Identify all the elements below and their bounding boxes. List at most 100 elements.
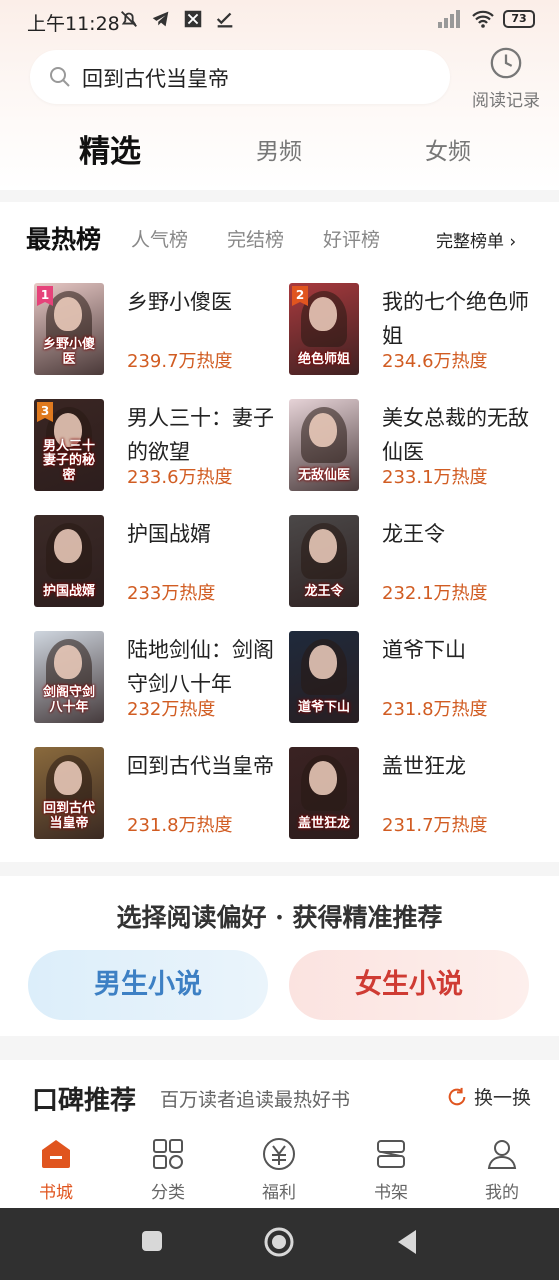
- status-bar: 上午11:28 73: [0, 0, 559, 42]
- search-query: 回到古代当皇帝: [82, 67, 229, 91]
- book-item[interactable]: 回到古代当皇帝 回到古代当皇帝 231.8万热度: [34, 747, 284, 843]
- cover-title-art: 龙王令: [304, 583, 344, 599]
- book-cover-image: 无敌仙医: [289, 399, 359, 491]
- cover-face: [309, 297, 337, 331]
- ranking-header: 最热榜 人气榜 完结榜 好评榜 完整榜单 ›: [0, 220, 559, 260]
- book-item[interactable]: 护国战婿 护国战婿 233万热度: [34, 515, 284, 611]
- bookshelf-icon: [377, 1140, 405, 1168]
- book-title: 我的七个绝色师姐: [382, 290, 529, 348]
- refresh-icon: [448, 1087, 466, 1105]
- book-heat: 239.7万热度: [127, 351, 233, 372]
- book-cover-image: 道爷下山: [289, 631, 359, 723]
- home-icon[interactable]: [263, 1226, 295, 1258]
- preference-title: 选择阅读偏好 · 获得精准推荐: [116, 903, 443, 932]
- nav-profile[interactable]: 我的: [462, 1136, 542, 1203]
- mute-bell-icon: [121, 11, 137, 27]
- recent-apps-icon[interactable]: [140, 1229, 164, 1253]
- status-right: 73: [437, 10, 535, 28]
- nav-category-label: 分类: [151, 1183, 185, 1203]
- profile-icon: [487, 1140, 517, 1169]
- nav-bookshelf-label: 书架: [374, 1183, 408, 1203]
- book-cover-image: 1 乡野小傻医: [34, 283, 104, 375]
- book-title: 陆地剑仙：剑阁守剑八十年: [127, 638, 274, 696]
- book-heat: 232.1万热度: [382, 583, 488, 604]
- cover-face: [54, 761, 82, 795]
- status-time: 上午11:28: [27, 13, 120, 35]
- full-ranking-label: 完整榜单: [436, 232, 504, 252]
- praise-title: 口碑推荐: [32, 1086, 137, 1116]
- book-item[interactable]: 龙王令 龙王令 232.1万热度: [289, 515, 539, 611]
- book-item[interactable]: 1 乡野小傻医 乡野小傻医 239.7万热度: [34, 283, 284, 379]
- rank-tab-popular[interactable]: 人气榜: [131, 225, 188, 252]
- book-title: 道爷下山: [382, 638, 466, 662]
- book-item[interactable]: 3 男人三十妻子的秘密 男人三十：妻子的欲望 233.6万热度: [34, 399, 284, 495]
- rank-badge: 2: [292, 286, 308, 306]
- cover-face: [309, 413, 337, 447]
- praise-subtitle: 百万读者追读最热好书: [160, 1089, 351, 1111]
- book-cover-image: 龙王令: [289, 515, 359, 607]
- book-heat: 231.8万热度: [127, 815, 233, 836]
- cover-title-art: 绝色师姐: [297, 351, 350, 367]
- cover-face: [309, 761, 337, 795]
- book-item[interactable]: 道爷下山 道爷下山 231.8万热度: [289, 631, 539, 727]
- cover-title-art: 盖世狂龙: [297, 815, 350, 831]
- male-novel-button[interactable]: 男生小说: [28, 950, 268, 1020]
- refresh-button[interactable]: 换一换: [446, 1083, 531, 1110]
- nav-bookshelf[interactable]: 书架: [351, 1136, 431, 1203]
- book-cover-image: 3 男人三十妻子的秘密: [34, 399, 104, 491]
- cover-title-art: 无敌仙医: [297, 467, 350, 483]
- book-heat: 233.6万热度: [127, 467, 233, 488]
- clock-icon: [490, 47, 522, 79]
- praise-section: 口碑推荐 百万读者追读最热好书 换一换: [0, 1060, 559, 1130]
- search-bar[interactable]: 回到古代当皇帝: [30, 50, 450, 104]
- book-heat: 231.7万热度: [382, 815, 488, 836]
- nav-bookstore[interactable]: 书城: [16, 1136, 96, 1203]
- book-title: 回到古代当皇帝: [127, 754, 274, 778]
- nav-bookstore-label: 书城: [39, 1183, 73, 1203]
- book-title: 龙王令: [382, 522, 445, 546]
- book-heat: 232万热度: [127, 699, 216, 720]
- book-item[interactable]: 2 绝色师姐 我的七个绝色师姐 234.6万热度: [289, 283, 539, 379]
- cover-face: [309, 645, 337, 679]
- nav-welfare-label: 福利: [262, 1183, 296, 1203]
- tab-featured[interactable]: 精选: [79, 126, 141, 171]
- wifi-icon: [472, 10, 494, 28]
- book-title: 美女总裁的无敌仙医: [382, 406, 529, 464]
- book-title: 男人三十：妻子的欲望: [127, 406, 274, 464]
- cover-title-art: 剑阁守剑八十年: [42, 685, 95, 715]
- full-ranking-link[interactable]: 完整榜单 ›: [436, 227, 516, 252]
- book-heat: 231.8万热度: [382, 699, 488, 720]
- tab-male[interactable]: 男频: [256, 132, 302, 166]
- rank-badge: 3: [37, 402, 53, 422]
- cover-title-art: 乡野小傻医: [42, 337, 95, 367]
- nav-welfare[interactable]: 福利: [239, 1136, 319, 1203]
- book-title: 乡野小傻医: [127, 290, 232, 314]
- battery-indicator: 73: [503, 10, 535, 28]
- cover-title-art: 护国战婿: [42, 583, 95, 599]
- cover-face: [54, 297, 82, 331]
- reading-history-label: 阅读记录: [472, 91, 540, 111]
- rank-tab-hottest[interactable]: 最热榜: [26, 220, 101, 256]
- book-item[interactable]: 剑阁守剑八十年 陆地剑仙：剑阁守剑八十年 232万热度: [34, 631, 284, 727]
- status-notification-icons: [118, 8, 236, 30]
- nav-category[interactable]: 分类: [128, 1136, 208, 1203]
- tab-female[interactable]: 女频: [425, 132, 471, 166]
- book-item[interactable]: 盖世狂龙 盖世狂龙 231.7万热度: [289, 747, 539, 843]
- book-cover-image: 剑阁守剑八十年: [34, 631, 104, 723]
- telegram-icon: [152, 11, 169, 27]
- book-item[interactable]: 无敌仙医 美女总裁的无敌仙医 233.1万热度: [289, 399, 539, 495]
- signal-icon: [438, 10, 460, 28]
- rank-tab-rated[interactable]: 好评榜: [323, 225, 380, 252]
- book-title: 护国战婿: [127, 522, 211, 546]
- book-cover-image: 2 绝色师姐: [289, 283, 359, 375]
- cover-title-art: 男人三十妻子的秘密: [42, 439, 95, 483]
- book-heat: 234.6万热度: [382, 351, 488, 372]
- cover-face: [54, 529, 82, 563]
- reading-history-button[interactable]: 阅读记录: [466, 46, 546, 111]
- preference-card: 选择阅读偏好 · 获得精准推荐 男生小说 女生小说: [0, 876, 559, 1036]
- back-icon[interactable]: [396, 1229, 418, 1255]
- rank-tab-completed[interactable]: 完结榜: [227, 225, 284, 252]
- cover-face: [309, 529, 337, 563]
- book-heat: 233.1万热度: [382, 467, 488, 488]
- female-novel-button[interactable]: 女生小说: [289, 950, 529, 1020]
